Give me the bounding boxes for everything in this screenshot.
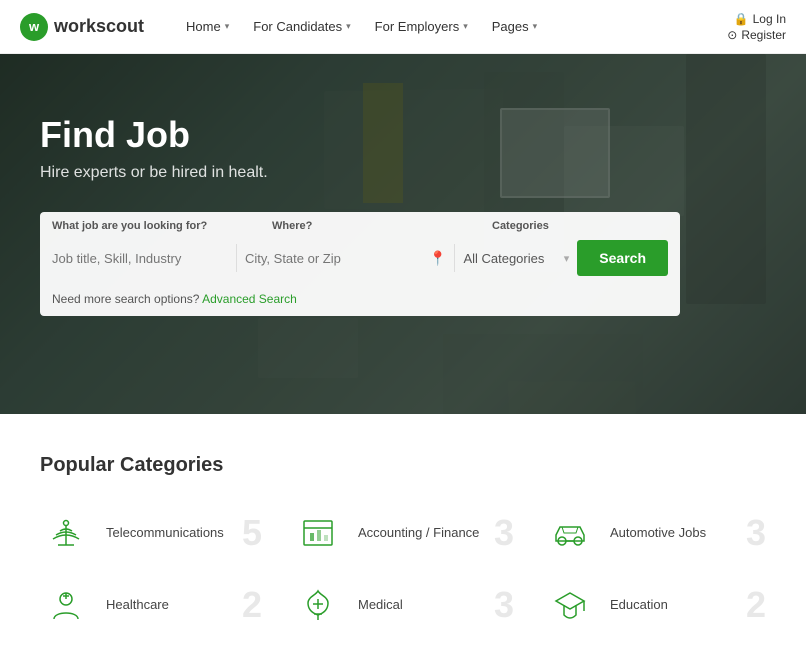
search-inputs: 📍 All Categories ▾ Search xyxy=(40,232,680,284)
location-input[interactable] xyxy=(245,245,421,272)
accounting-icon-wrap xyxy=(292,507,344,559)
chevron-down-icon: ▾ xyxy=(564,252,570,265)
category-name-medical: Medical xyxy=(358,597,403,612)
divider xyxy=(236,244,237,272)
category-card-education[interactable]: Education 2 xyxy=(544,579,766,631)
advanced-search-line: Need more search options? Advanced Searc… xyxy=(40,284,680,316)
hero-content: Find Job Hire experts or be hired in hea… xyxy=(0,54,806,316)
chevron-down-icon: ▾ xyxy=(225,21,230,32)
telecom-icon-wrap xyxy=(40,507,92,559)
category-count-healthcare: 2 xyxy=(242,587,262,623)
search-labels: What job are you looking for? Where? Cat… xyxy=(40,212,680,232)
medical-icon-wrap xyxy=(292,579,344,631)
search-button[interactable]: Search xyxy=(577,240,668,276)
category-count-telecom: 5 xyxy=(242,515,262,551)
category-count-automotive: 3 xyxy=(746,515,766,551)
accounting-icon xyxy=(298,513,338,553)
lock-icon: 🔒 xyxy=(734,12,749,26)
category-select[interactable]: All Categories xyxy=(463,251,555,266)
logo[interactable]: w workscout xyxy=(20,13,144,41)
category-count-accounting: 3 xyxy=(494,515,514,551)
category-info-accounting: Accounting / Finance xyxy=(358,524,480,542)
job-label: What job are you looking for? xyxy=(52,220,272,232)
divider-2 xyxy=(454,244,455,272)
healthcare-icon xyxy=(46,585,86,625)
circle-icon: ⊙ xyxy=(727,28,737,42)
category-count-medical: 3 xyxy=(494,587,514,623)
category-name-healthcare: Healthcare xyxy=(106,597,169,612)
category-info-education: Education xyxy=(610,596,732,614)
hero-title: Find Job xyxy=(40,114,766,156)
register-button[interactable]: ⊙ Register xyxy=(727,28,786,42)
nav-item-pages[interactable]: Pages ▾ xyxy=(480,0,549,54)
location-icon: 📍 xyxy=(429,250,446,267)
healthcare-icon-wrap xyxy=(40,579,92,631)
education-icon-wrap xyxy=(544,579,596,631)
job-search-input[interactable] xyxy=(52,245,228,272)
category-name-telecom: Telecommunications xyxy=(106,525,224,540)
category-name-accounting: Accounting / Finance xyxy=(358,525,479,540)
nav-links: Home ▾ For Candidates ▾ For Employers ▾ … xyxy=(174,0,727,54)
login-button[interactable]: 🔒 Log In xyxy=(734,12,786,26)
category-card-accounting[interactable]: Accounting / Finance 3 xyxy=(292,507,514,559)
advanced-search-link[interactable]: Advanced Search xyxy=(202,292,297,306)
hero-section: Find Job Hire experts or be hired in hea… xyxy=(0,54,806,414)
category-info-automotive: Automotive Jobs xyxy=(610,524,732,542)
chevron-down-icon: ▾ xyxy=(463,21,468,32)
category-info-telecom: Telecommunications xyxy=(106,524,228,542)
category-info-healthcare: Healthcare xyxy=(106,596,228,614)
automotive-icon-wrap xyxy=(544,507,596,559)
category-card-healthcare[interactable]: Healthcare 2 xyxy=(40,579,262,631)
chevron-down-icon: ▾ xyxy=(346,21,351,32)
nav-auth: 🔒 Log In ⊙ Register xyxy=(727,12,786,42)
nav-item-home[interactable]: Home ▾ xyxy=(174,0,241,54)
hero-subtitle: Hire experts or be hired in healt. xyxy=(40,164,766,182)
category-card-telecom[interactable]: Telecommunications 5 xyxy=(40,507,262,559)
logo-text: workscout xyxy=(54,16,144,37)
category-name-education: Education xyxy=(610,597,668,612)
category-count-education: 2 xyxy=(746,587,766,623)
categories-grid: Telecommunications 5 Accounting / Financ… xyxy=(40,507,766,631)
chevron-down-icon: ▾ xyxy=(533,21,538,32)
medical-icon xyxy=(298,585,338,625)
nav-item-candidates[interactable]: For Candidates ▾ xyxy=(241,0,362,54)
automotive-icon xyxy=(550,513,590,553)
where-label: Where? xyxy=(272,220,492,232)
telecom-icon xyxy=(46,513,86,553)
category-name-automotive: Automotive Jobs xyxy=(610,525,706,540)
logo-icon: w xyxy=(20,13,48,41)
category-card-automotive[interactable]: Automotive Jobs 3 xyxy=(544,507,766,559)
education-icon xyxy=(550,585,590,625)
navbar: w workscout Home ▾ For Candidates ▾ For … xyxy=(0,0,806,54)
categories-section: Popular Categories Telecommunications 5 xyxy=(0,414,806,651)
category-info-medical: Medical xyxy=(358,596,480,614)
category-card-medical[interactable]: Medical 3 xyxy=(292,579,514,631)
section-title: Popular Categories xyxy=(40,454,766,477)
search-box: What job are you looking for? Where? Cat… xyxy=(40,212,680,316)
nav-item-employers[interactable]: For Employers ▾ xyxy=(363,0,480,54)
category-label: Categories xyxy=(492,220,668,232)
